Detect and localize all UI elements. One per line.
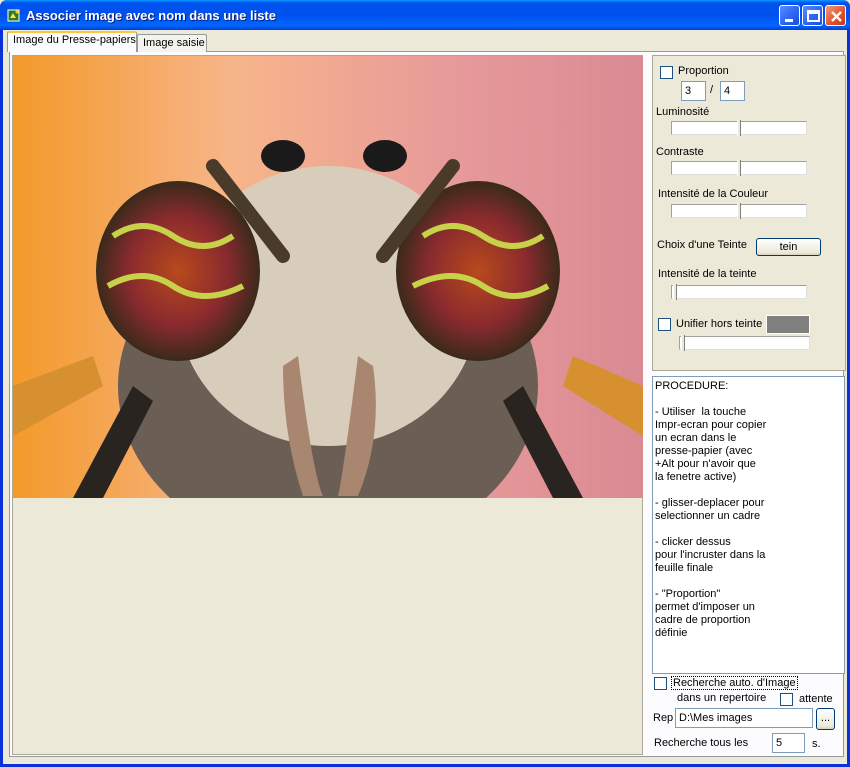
intensite-teinte-label: Intensité de la teinte: [658, 268, 757, 280]
intensite-couleur-label: Intensité de la Couleur: [658, 188, 769, 200]
recherche-interval-label: Recherche tous les: [654, 737, 749, 749]
maximize-button[interactable]: [802, 5, 823, 26]
title-bar[interactable]: Associer image avec nom dans une liste: [0, 0, 850, 30]
seconds-unit-label: s.: [812, 738, 821, 750]
window-title: Associer image avec nom dans une liste: [26, 8, 276, 23]
unifier-slider[interactable]: [679, 336, 810, 350]
intensite-teinte-slider-thumb[interactable]: [673, 284, 677, 300]
unifier-slider-thumb[interactable]: [681, 335, 685, 351]
proportion-numerator-input[interactable]: 3: [681, 81, 706, 101]
luminosite-label: Luminosité: [656, 106, 710, 118]
clipboard-image[interactable]: [13, 56, 643, 498]
contraste-label: Contraste: [656, 146, 704, 158]
attente-checkbox[interactable]: [780, 693, 793, 706]
unifier-checkbox[interactable]: [658, 318, 671, 331]
rep-label: Rep: [653, 712, 674, 724]
minimize-button[interactable]: [779, 5, 800, 26]
proportion-checkbox[interactable]: [660, 66, 673, 79]
dans-repertoire-label: dans un repertoire: [677, 692, 767, 704]
main-window: Associer image avec nom dans une liste I…: [0, 0, 850, 767]
procedure-text: PROCEDURE: - Utiliser la touche Impr-ecr…: [652, 376, 845, 674]
attente-label: attente: [799, 693, 833, 705]
recherche-interval-input[interactable]: 5: [772, 733, 805, 753]
choix-teinte-label: Choix d'une Teinte: [657, 239, 747, 251]
recherche-auto-checkbox[interactable]: [654, 677, 667, 690]
app-icon: [6, 7, 22, 23]
unifier-color-swatch[interactable]: [766, 315, 810, 334]
proportion-separator: /: [710, 84, 714, 96]
contraste-slider-thumb[interactable]: [737, 160, 741, 176]
proportion-label: Proportion: [678, 65, 729, 77]
rep-path-input[interactable]: D:\Mes images: [675, 708, 813, 728]
recherche-auto-label: Recherche auto. d'Image: [671, 676, 798, 690]
luminosite-slider-thumb[interactable]: [737, 120, 741, 136]
unifier-label: Unifier hors teinte: [676, 318, 763, 330]
tab-presse-papiers[interactable]: Image du Presse-papiers: [7, 31, 137, 52]
intensite-couleur-slider-thumb[interactable]: [737, 203, 741, 219]
teinte-button[interactable]: tein: [756, 238, 821, 256]
browse-button[interactable]: ...: [816, 708, 835, 730]
proportion-denominator-input[interactable]: 4: [720, 81, 745, 101]
intensite-teinte-slider[interactable]: [671, 285, 807, 299]
tab-image-saisie[interactable]: Image saisie: [137, 34, 207, 52]
close-button[interactable]: [825, 5, 846, 26]
